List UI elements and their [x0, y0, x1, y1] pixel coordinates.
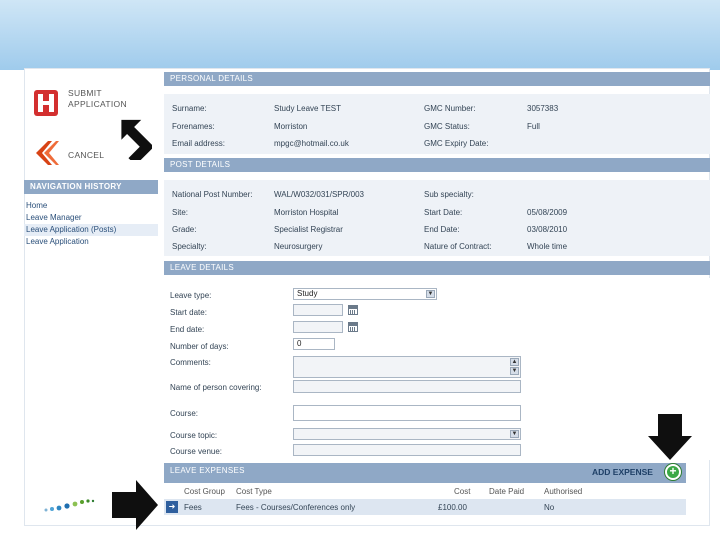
nav-item-leave-manager[interactable]: Leave Manager [24, 212, 158, 224]
column-cost-group: Cost Group [184, 487, 225, 496]
back-arrow-icon [36, 141, 59, 165]
annotation-arrow-icon [112, 480, 158, 530]
cell-authorised: No [544, 503, 555, 512]
nav-item-leave-application[interactable]: Leave Application [24, 236, 158, 248]
post-number-label: National Post Number: [172, 190, 253, 199]
post-details-header: POST DETAILS [164, 158, 710, 172]
end-date-label: End Date: [424, 225, 460, 234]
navigation-history-list: Home Leave Manager Leave Application (Po… [24, 200, 158, 248]
surname-value: Study Leave TEST [274, 104, 341, 113]
number-of-days-input[interactable]: 0 [293, 338, 335, 350]
column-cost-type: Cost Type [236, 487, 272, 496]
end-date-input[interactable] [293, 321, 343, 333]
logo-icon [44, 499, 95, 512]
chevron-down-icon: ▼ [510, 430, 519, 438]
nav-item-leave-application-posts[interactable]: Leave Application (Posts) [24, 224, 158, 236]
nav-item-home[interactable]: Home [24, 200, 158, 212]
forenames-label: Forenames: [172, 122, 215, 131]
start-date-label: Start Date: [424, 208, 463, 217]
column-authorised: Authorised [544, 487, 583, 496]
leave-type-value: Study [297, 289, 318, 298]
start-date-input[interactable] [293, 304, 343, 316]
chevron-down-icon: ▼ [426, 290, 435, 298]
course-topic-label: Course topic: [170, 431, 218, 440]
calendar-icon[interactable] [348, 305, 358, 315]
course-input[interactable] [293, 405, 521, 421]
submit-icon [34, 90, 58, 116]
annotation-arrow-icon [648, 414, 692, 460]
start-date-value: 05/08/2009 [527, 208, 568, 217]
end-date-input-label: End date: [170, 325, 205, 334]
person-covering-input[interactable] [293, 380, 521, 393]
person-covering-label: Name of person covering: [170, 383, 262, 392]
add-icon[interactable]: + [665, 464, 681, 480]
forenames-value: Morriston [274, 122, 308, 131]
add-expense-link[interactable]: ADD EXPENSE [592, 467, 653, 477]
specialty-label: Specialty: [172, 242, 207, 251]
cell-cost: £100.00 [438, 503, 467, 512]
course-topic-select[interactable]: ▼ [293, 428, 521, 440]
start-date-input-label: Start date: [170, 308, 207, 317]
gmc-expiry-label: GMC Expiry Date: [424, 139, 489, 148]
column-cost: Cost [454, 487, 471, 496]
email-label: Email address: [172, 139, 225, 148]
course-venue-label: Course venue: [170, 447, 223, 456]
personal-details-header: PERSONAL DETAILS [164, 72, 710, 86]
submit-application-label: SUBMIT APPLICATION [68, 88, 127, 109]
gmc-status-value: Full [527, 122, 540, 131]
number-of-days-value: 0 [297, 339, 302, 348]
contract-value: Whole time [527, 242, 568, 251]
table-row[interactable]: ➜ Fees Fees - Courses/Conferences only £… [164, 499, 686, 515]
arrow-right-icon[interactable]: ➜ [166, 501, 178, 513]
grade-value: Specialist Registrar [274, 225, 343, 234]
annotation-arrow-icon [121, 119, 152, 160]
grade-label: Grade: [172, 225, 197, 234]
email-value: mpgc@hotmail.co.uk [274, 139, 349, 148]
end-date-value: 03/08/2010 [527, 225, 568, 234]
site-label: Site: [172, 208, 189, 217]
expenses-table-header: Cost Group Cost Type Cost Date Paid Auth… [164, 487, 686, 499]
submit-application-button[interactable]: SUBMIT APPLICATION [32, 88, 138, 118]
gmc-number-value: 3057383 [527, 104, 559, 113]
header-band [0, 0, 720, 70]
cell-cost-group: Fees [184, 503, 202, 512]
leave-type-label: Leave type: [170, 291, 212, 300]
comments-textarea[interactable]: ▲ ▼ [293, 356, 521, 378]
scroll-up-icon[interactable]: ▲ [510, 358, 519, 366]
leave-type-select[interactable]: Study ▼ [293, 288, 437, 300]
navigation-history-title: NAVIGATION HISTORY [24, 180, 158, 194]
gmc-status-label: GMC Status: [424, 122, 470, 131]
course-label: Course: [170, 409, 199, 418]
site-value: Morriston Hospital [274, 208, 339, 217]
post-number-value: WAL/W032/031/SPR/003 [274, 190, 364, 199]
sub-specialty-label: Sub specialty: [424, 190, 474, 199]
specialty-value: Neurosurgery [274, 242, 323, 251]
cell-cost-type: Fees - Courses/Conferences only [236, 503, 356, 512]
contract-label: Nature of Contract: [424, 242, 492, 251]
column-date-paid: Date Paid [489, 487, 525, 496]
course-venue-input[interactable] [293, 444, 521, 456]
calendar-icon[interactable] [348, 322, 358, 332]
scroll-down-icon[interactable]: ▼ [510, 367, 519, 375]
leave-details-header: LEAVE DETAILS [164, 261, 710, 275]
number-of-days-label: Number of days: [170, 342, 229, 351]
gmc-number-label: GMC Number: [424, 104, 476, 113]
surname-label: Surname: [172, 104, 207, 113]
comments-label: Comments: [170, 358, 211, 367]
